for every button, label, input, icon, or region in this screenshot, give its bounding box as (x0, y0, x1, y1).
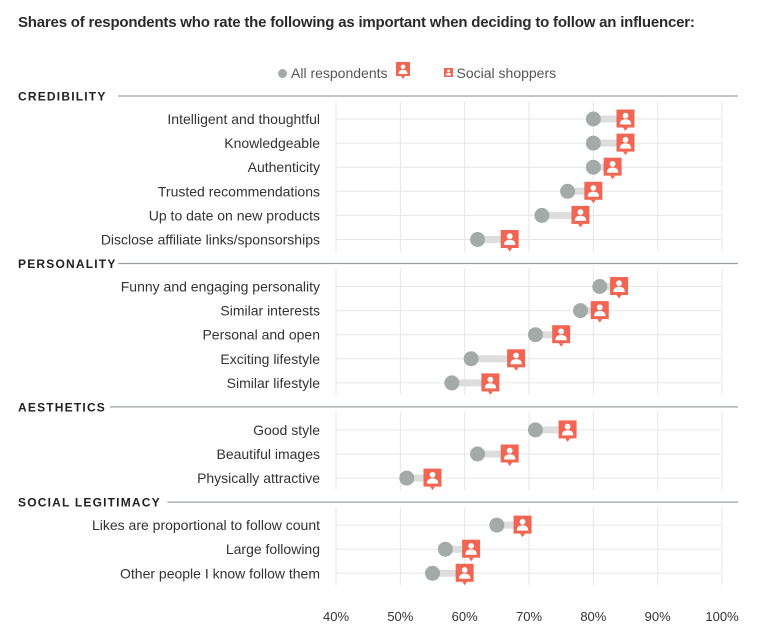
marker-pointer (565, 438, 571, 442)
marker-pointer (468, 557, 474, 562)
all-respondents-point (470, 232, 486, 247)
section-label: PERSONALITY (18, 257, 117, 271)
marker-pointer (520, 533, 526, 538)
section-label: AESTHETICS (18, 400, 106, 414)
row-label: Intelligent and thoughtful (167, 111, 320, 127)
row-label: Similar interests (220, 303, 320, 319)
row-label: Exciting lifestyle (220, 351, 320, 367)
row-label: Physically attractive (197, 470, 320, 486)
x-tick-label: 40% (323, 609, 349, 624)
row-label: Likes are proportional to follow count (92, 517, 320, 533)
row-label: Trusted recommendations (158, 183, 320, 199)
x-tick-label: 100% (705, 609, 739, 624)
x-tick-label: 80% (580, 609, 606, 624)
marker-pointer (507, 462, 513, 466)
person-head-icon (506, 447, 513, 454)
person-head-icon (558, 328, 565, 335)
social-shoppers-point (584, 181, 603, 204)
all-respondents-point (425, 565, 440, 581)
all-respondents-point (399, 470, 415, 486)
person-head-icon (513, 352, 520, 359)
social-shoppers-point (481, 373, 500, 395)
marker-pointer (487, 391, 493, 395)
x-tick-label: 90% (645, 609, 671, 624)
person-head-icon (616, 280, 622, 287)
marker-pointer (590, 199, 596, 204)
marker-pointer (430, 486, 435, 491)
person-head-icon (506, 233, 513, 240)
row-label: Authenticity (248, 159, 320, 175)
social-shoppers-point (455, 563, 474, 586)
marker-pointer (577, 223, 583, 228)
person-head-icon (429, 471, 436, 478)
marker-pointer (610, 175, 616, 180)
social-shoppers-point (610, 277, 629, 299)
all-respondents-point (585, 111, 601, 127)
dumbbell-chart: CREDIBILITY Intelligent and thoughtful Kno… (18, 90, 739, 625)
social-shoppers-point (500, 230, 519, 252)
person-head-icon (468, 543, 474, 549)
social-shoppers-point (552, 325, 571, 347)
social-shoppers-point (558, 420, 577, 442)
all-respondents-point (572, 303, 588, 319)
marker-pointer (616, 295, 622, 299)
all-respondents-point (489, 517, 505, 533)
row-label: Beautiful images (216, 446, 320, 462)
all-respondents-point (560, 183, 576, 199)
person-head-icon (564, 423, 571, 430)
marker-pointer (623, 127, 628, 131)
data-marks (399, 109, 635, 586)
row-label: Personal and open (202, 327, 320, 343)
sections: CREDIBILITY Intelligent and thoughtful Kno… (18, 90, 738, 581)
section-label: CREDIBILITY (18, 90, 107, 104)
person-head-icon (461, 567, 468, 573)
all-respondents-point (437, 541, 453, 557)
all-respondents-point (470, 446, 486, 462)
social-shoppers-point (423, 468, 442, 491)
all-respondents-point (527, 422, 543, 438)
marker-pointer (597, 319, 603, 323)
social-shoppers-point (603, 157, 622, 180)
row-label: Similar lifestyle (227, 375, 321, 391)
all-respondents-point (463, 351, 479, 367)
person-head-icon (622, 136, 629, 143)
person-head-icon (577, 209, 584, 215)
marker-pointer (513, 367, 519, 371)
section-label: SOCIAL LEGITIMACY (18, 496, 161, 510)
row-label: Knowledgeable (224, 135, 320, 151)
x-tick-label: 70% (516, 609, 542, 624)
social-shoppers-point (616, 109, 635, 131)
marker-pointer (558, 343, 564, 347)
row-label: Up to date on new products (149, 207, 320, 223)
x-axis: 40% 50% 60% 70% 80% 90% 100% (323, 609, 739, 624)
person-head-icon (487, 376, 494, 383)
all-respondents-point (444, 375, 460, 391)
marker-pointer (462, 581, 468, 586)
row-label: Large following (226, 541, 320, 557)
all-respondents-point (585, 159, 601, 175)
social-shoppers-point (500, 444, 519, 466)
social-shoppers-point (616, 133, 635, 156)
all-respondents-point (592, 279, 608, 294)
person-head-icon (609, 161, 616, 167)
person-head-icon (596, 304, 603, 311)
social-shoppers-point (507, 349, 526, 371)
person-head-icon (590, 185, 597, 191)
marker-pointer (507, 248, 513, 252)
person-head-icon (519, 518, 526, 525)
gridlines (335, 101, 723, 586)
row-label: Funny and engaging personality (121, 279, 320, 295)
person-head-icon (622, 112, 629, 119)
row-label: Disclose affiliate links/sponsorships (101, 232, 320, 248)
all-respondents-point (527, 327, 543, 343)
x-tick-label: 50% (387, 609, 413, 624)
marker-pointer (623, 151, 628, 156)
row-label: Other people I know follow them (120, 565, 320, 581)
all-respondents-point (534, 207, 550, 223)
row-label: Good style (253, 422, 320, 438)
social-shoppers-point (571, 205, 590, 228)
x-tick-label: 60% (452, 609, 478, 624)
all-respondents-point (585, 135, 601, 151)
